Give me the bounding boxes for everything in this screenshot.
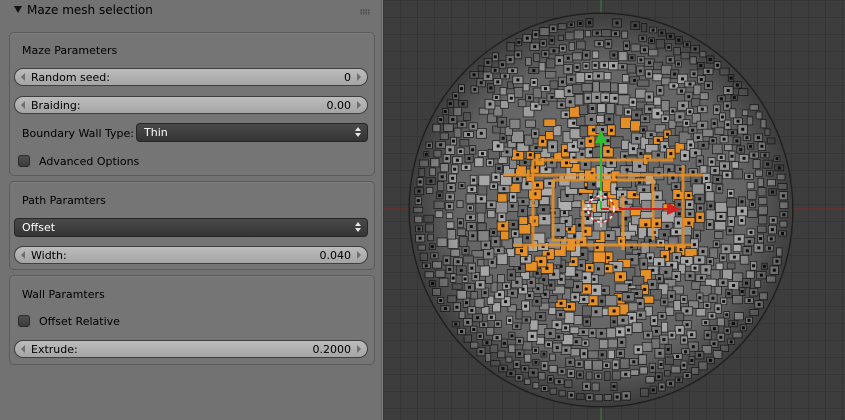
boundary-wall-type-value: Thin <box>144 126 168 139</box>
maze-parameters-title: Maze Parameters <box>22 44 118 57</box>
random-seed-value: 0 <box>344 71 351 84</box>
advanced-options-checkbox[interactable] <box>18 155 30 167</box>
decrement-arrow-icon[interactable] <box>21 345 25 353</box>
path-method-value: Offset <box>22 221 56 234</box>
3d-viewport[interactable] <box>383 0 845 420</box>
offset-relative-label: Offset Relative <box>39 315 120 328</box>
decrement-arrow-icon[interactable] <box>21 73 25 81</box>
wall-parameters-title: Wall Paramters <box>22 288 105 301</box>
increment-arrow-icon[interactable] <box>357 101 361 109</box>
panel-header[interactable]: Maze mesh selection <box>0 0 381 22</box>
boundary-wall-type-dropdown[interactable]: Thin <box>136 123 368 142</box>
advanced-options-label: Advanced Options <box>39 155 140 168</box>
braiding-label: Braiding: <box>31 99 81 112</box>
updown-chevron-icon <box>355 127 361 138</box>
operator-panel: Maze mesh selection Maze Parameters Rand… <box>0 0 381 420</box>
extrude-field[interactable]: Extrude: 0.2000 <box>14 340 368 358</box>
width-field[interactable]: Width: 0.040 <box>14 246 368 264</box>
path-parameters-title: Path Paramters <box>22 194 106 207</box>
extrude-label: Extrude: <box>31 343 78 356</box>
collapse-triangle-icon[interactable] <box>14 6 22 13</box>
offset-relative-checkbox[interactable] <box>18 315 30 327</box>
boundary-wall-type-label: Boundary Wall Type: <box>22 127 134 140</box>
decrement-arrow-icon[interactable] <box>21 251 25 259</box>
viewport-canvas[interactable] <box>383 0 845 420</box>
increment-arrow-icon[interactable] <box>357 345 361 353</box>
random-seed-field[interactable]: Random seed: 0 <box>14 68 368 86</box>
extrude-value: 0.2000 <box>312 343 352 356</box>
updown-chevron-icon <box>355 222 361 233</box>
width-label: Width: <box>31 249 67 262</box>
width-value: 0.040 <box>319 249 352 262</box>
increment-arrow-icon[interactable] <box>357 251 361 259</box>
path-method-dropdown[interactable]: Offset <box>14 218 368 237</box>
increment-arrow-icon[interactable] <box>357 73 361 81</box>
drag-grip-icon[interactable] <box>360 9 370 15</box>
decrement-arrow-icon[interactable] <box>21 101 25 109</box>
braiding-field[interactable]: Braiding: 0.00 <box>14 96 368 114</box>
braiding-value: 0.00 <box>326 99 352 112</box>
random-seed-label: Random seed: <box>31 71 110 84</box>
panel-title: Maze mesh selection <box>27 3 153 17</box>
